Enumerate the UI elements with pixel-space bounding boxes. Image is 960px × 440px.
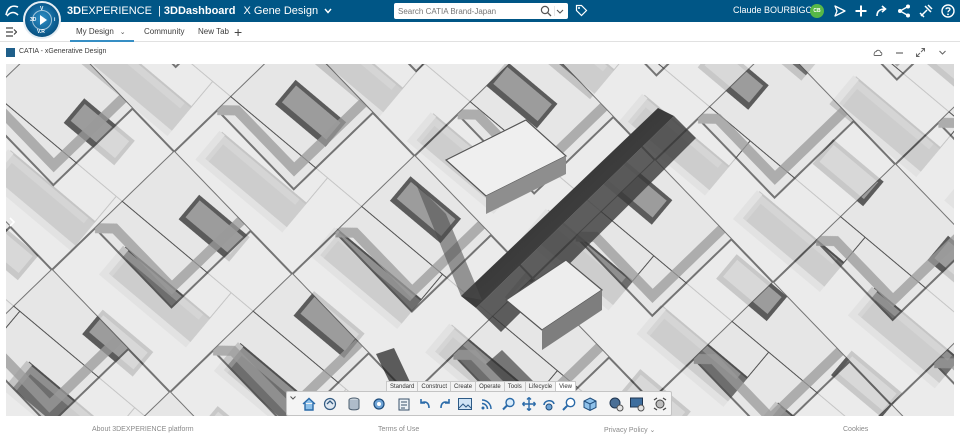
chevron-down-icon[interactable]: ⌄ xyxy=(120,29,126,36)
generative-design-render xyxy=(6,64,954,416)
widget-title: CATIA - xGenerative Design xyxy=(19,48,107,55)
help-icon[interactable] xyxy=(940,3,956,19)
minimize-icon[interactable] xyxy=(894,47,905,58)
render-icon[interactable] xyxy=(629,396,645,412)
maximize-icon[interactable] xyxy=(915,47,926,58)
tab-my-design[interactable]: My Design ⌄ xyxy=(70,22,134,42)
brand-product: EXPERIENCE xyxy=(81,5,152,17)
action-tab-view[interactable]: View xyxy=(555,381,577,391)
rotate-icon[interactable] xyxy=(541,396,557,412)
chevron-down-icon: ⌄ xyxy=(649,427,656,434)
user-name[interactable]: Claude BOURBIGOT xyxy=(733,5,818,15)
wireless-icon[interactable] xyxy=(479,396,495,412)
action-tab-operate[interactable]: Operate xyxy=(475,381,505,391)
footer-about-link[interactable]: About 3DEXPERIENCE platform xyxy=(92,426,194,433)
3d-viewport[interactable] xyxy=(6,64,954,416)
footer-privacy-label: Privacy Policy xyxy=(604,427,648,434)
tab-new-tab[interactable]: New Tab xyxy=(192,22,235,42)
home-icon[interactable] xyxy=(301,396,317,412)
tab-label: New Tab xyxy=(198,27,229,36)
add-tab-icon[interactable]: + xyxy=(234,24,242,40)
catia-app-icon xyxy=(6,48,15,57)
collapse-icon[interactable] xyxy=(289,393,297,401)
action-tab-lifecycle[interactable]: Lifecycle xyxy=(524,381,557,391)
search-box xyxy=(394,3,568,19)
chevron-right-icon[interactable] xyxy=(8,216,16,228)
dashboard-brand[interactable]: 3DEXPERIENCE | 3DDashboard X Gene Design xyxy=(67,5,332,17)
picture-icon[interactable] xyxy=(457,396,473,412)
capture-icon[interactable] xyxy=(608,396,624,412)
search-input[interactable] xyxy=(398,4,534,18)
cube-view-icon[interactable] xyxy=(582,396,598,412)
share-send-icon[interactable] xyxy=(832,3,848,19)
search-dropdown-icon[interactable] xyxy=(553,5,564,17)
tab-label: My Design xyxy=(76,27,114,36)
brand-prefix: 3D xyxy=(67,5,82,17)
save-icon[interactable] xyxy=(322,396,338,412)
action-tab-tools[interactable]: Tools xyxy=(503,381,526,391)
redo-icon[interactable] xyxy=(437,396,453,412)
ds-logo-icon[interactable] xyxy=(4,3,20,19)
compass-icon[interactable]: 3D V V.R i xyxy=(23,1,61,39)
action-bar xyxy=(286,391,672,416)
compass-quadrant-v[interactable]: V xyxy=(40,6,43,12)
top-bar: 3D V V.R i 3DEXPERIENCE | 3DDashboard X G… xyxy=(0,0,960,39)
compass-quadrant-i[interactable]: i xyxy=(54,17,55,23)
action-tab-standard[interactable]: Standard xyxy=(386,381,419,391)
pan-icon[interactable] xyxy=(521,396,537,412)
chevron-down-icon[interactable] xyxy=(937,47,948,58)
tab-bar: My Design ⌄ Community New Tab + xyxy=(0,22,960,42)
widget-header: CATIA - xGenerative Design xyxy=(0,43,960,63)
compass-quadrant-vr[interactable]: V.R xyxy=(37,29,45,35)
tools-icon[interactable] xyxy=(918,3,934,19)
zoom-icon[interactable] xyxy=(501,396,517,412)
sidebar-toggle-icon[interactable] xyxy=(6,27,18,40)
footer-terms-link[interactable]: Terms of Use xyxy=(378,426,419,433)
clipboard-icon[interactable] xyxy=(396,396,412,412)
share-icon[interactable] xyxy=(896,3,912,19)
footer: About 3DEXPERIENCE platform Terms of Use… xyxy=(0,420,960,440)
action-bar-tabs: Standard Construct Create Operate Tools … xyxy=(386,381,577,391)
plus-icon[interactable] xyxy=(853,3,869,19)
action-tab-create[interactable]: Create xyxy=(450,381,477,391)
fly-icon[interactable] xyxy=(652,396,668,412)
compass-quadrant-3d[interactable]: 3D xyxy=(30,17,36,23)
tag-icon[interactable] xyxy=(575,4,588,20)
undo-icon[interactable] xyxy=(417,396,433,412)
database-icon[interactable] xyxy=(346,396,362,412)
forward-icon[interactable] xyxy=(874,3,890,19)
footer-privacy-link[interactable]: Privacy Policy ⌄ xyxy=(604,426,655,434)
brand-app-prefix: 3D xyxy=(163,5,178,17)
tab-community[interactable]: Community xyxy=(138,22,190,42)
zoom-area-icon[interactable] xyxy=(561,396,577,412)
brand-separator: | xyxy=(158,5,161,17)
action-tab-construct[interactable]: Construct xyxy=(417,381,452,391)
settings-icon[interactable] xyxy=(371,396,387,412)
search-icon[interactable] xyxy=(540,5,552,20)
cloud-icon[interactable] xyxy=(872,47,883,58)
avatar[interactable]: CB xyxy=(810,4,824,18)
footer-cookies-link[interactable]: Cookies xyxy=(843,426,868,433)
tab-label: Community xyxy=(144,27,185,36)
brand-app: Dashboard xyxy=(177,5,236,17)
chevron-down-icon[interactable] xyxy=(324,5,332,17)
dashboard-name[interactable]: X Gene Design xyxy=(244,5,319,17)
